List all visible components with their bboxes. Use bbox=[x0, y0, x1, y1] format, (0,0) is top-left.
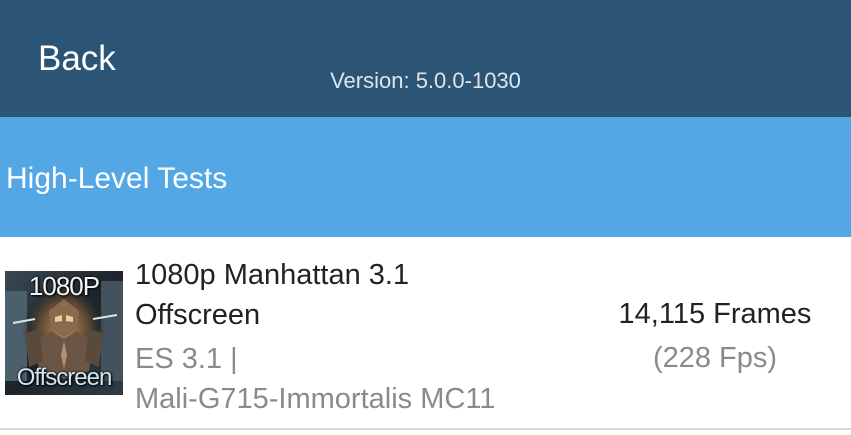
thumbnail-resolution-label: 1080P bbox=[28, 271, 100, 301]
version-label: Version: 5.0.0-1030 bbox=[330, 68, 521, 93]
manhattan-thumbnail-icon: 1080P Offscreen bbox=[5, 271, 123, 395]
thumbnail-offscreen-label: Offscreen bbox=[16, 364, 113, 391]
test-name-line2: Offscreen bbox=[135, 299, 261, 331]
test-name: 1080p Manhattan 3.1 Offscreen bbox=[135, 255, 555, 335]
app-header: Back Version: 5.0.0-1030 bbox=[0, 0, 851, 117]
test-detail: ES 3.1 | Mali-G715-Immortalis MC11 bbox=[135, 339, 575, 419]
score-fps: (228 Fps) bbox=[652, 342, 778, 374]
test-gpu: Mali-G715-Immortalis MC11 bbox=[135, 383, 496, 415]
test-name-line1: 1080p Manhattan 3.1 bbox=[135, 259, 410, 291]
section-title: High-Level Tests bbox=[6, 162, 228, 195]
test-api: ES 3.1 | bbox=[135, 343, 238, 375]
row-divider bbox=[0, 428, 851, 430]
score-frames: 14,115 Frames bbox=[618, 298, 812, 330]
